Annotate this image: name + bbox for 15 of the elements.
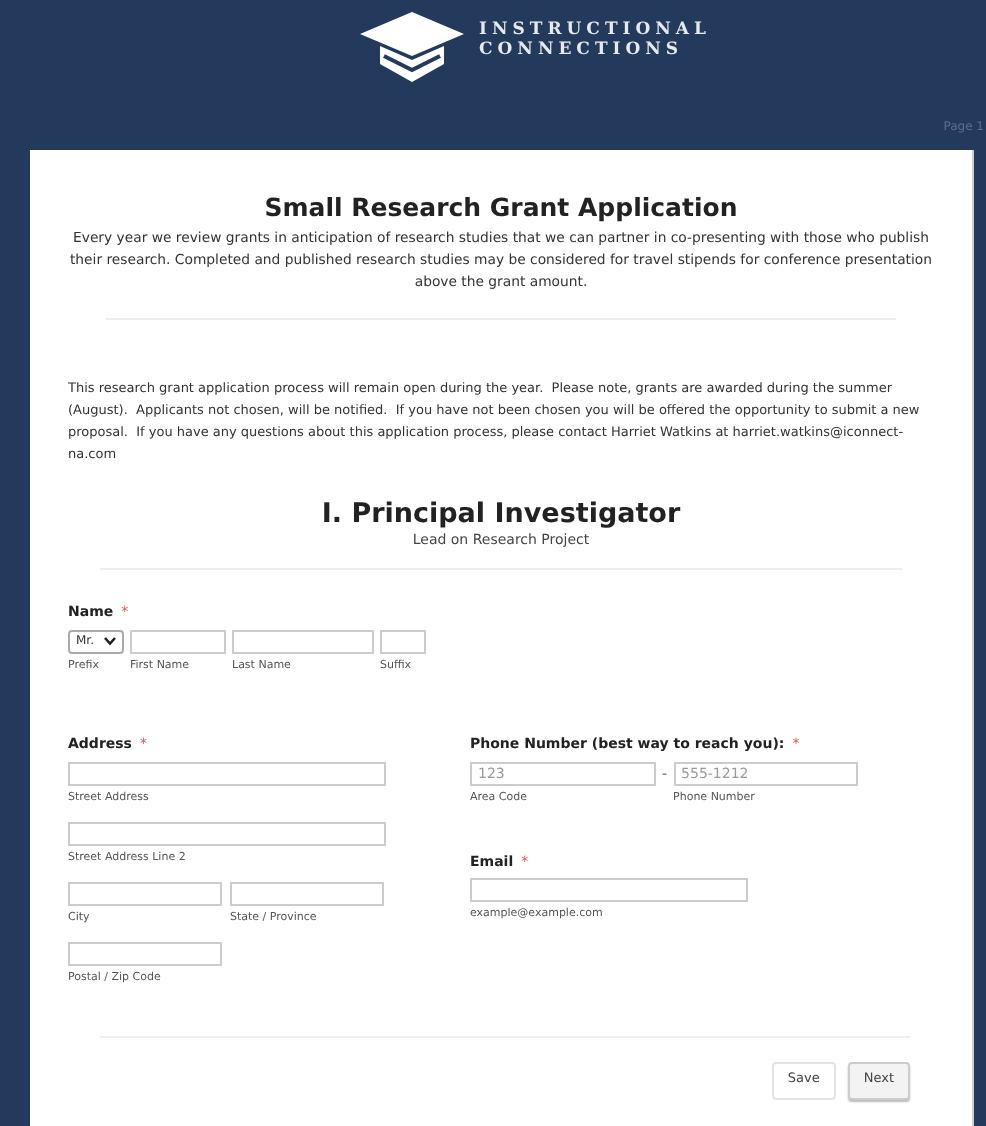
- logo-text-line: CONNECTIONS: [479, 40, 686, 60]
- logo-text-line: INSTRUCTIONAL: [479, 20, 711, 40]
- input-field[interactable]: [380, 629, 426, 654]
- chevron-down-icon: [104, 636, 116, 647]
- input-field[interactable]: [68, 942, 222, 967]
- input-field[interactable]: [130, 629, 226, 654]
- input-field[interactable]: [68, 882, 222, 906]
- form-title: Small Research Grant Application: [262, 190, 740, 226]
- graduation-cap-logo-icon: [359, 12, 463, 82]
- input-field[interactable]: [470, 878, 748, 903]
- section-title: I. Principal Investigator: [319, 497, 683, 530]
- input-field[interactable]: [232, 629, 374, 654]
- input-field[interactable]: [68, 821, 386, 846]
- input-field[interactable]: [230, 882, 384, 906]
- input-field[interactable]: [68, 761, 386, 785]
